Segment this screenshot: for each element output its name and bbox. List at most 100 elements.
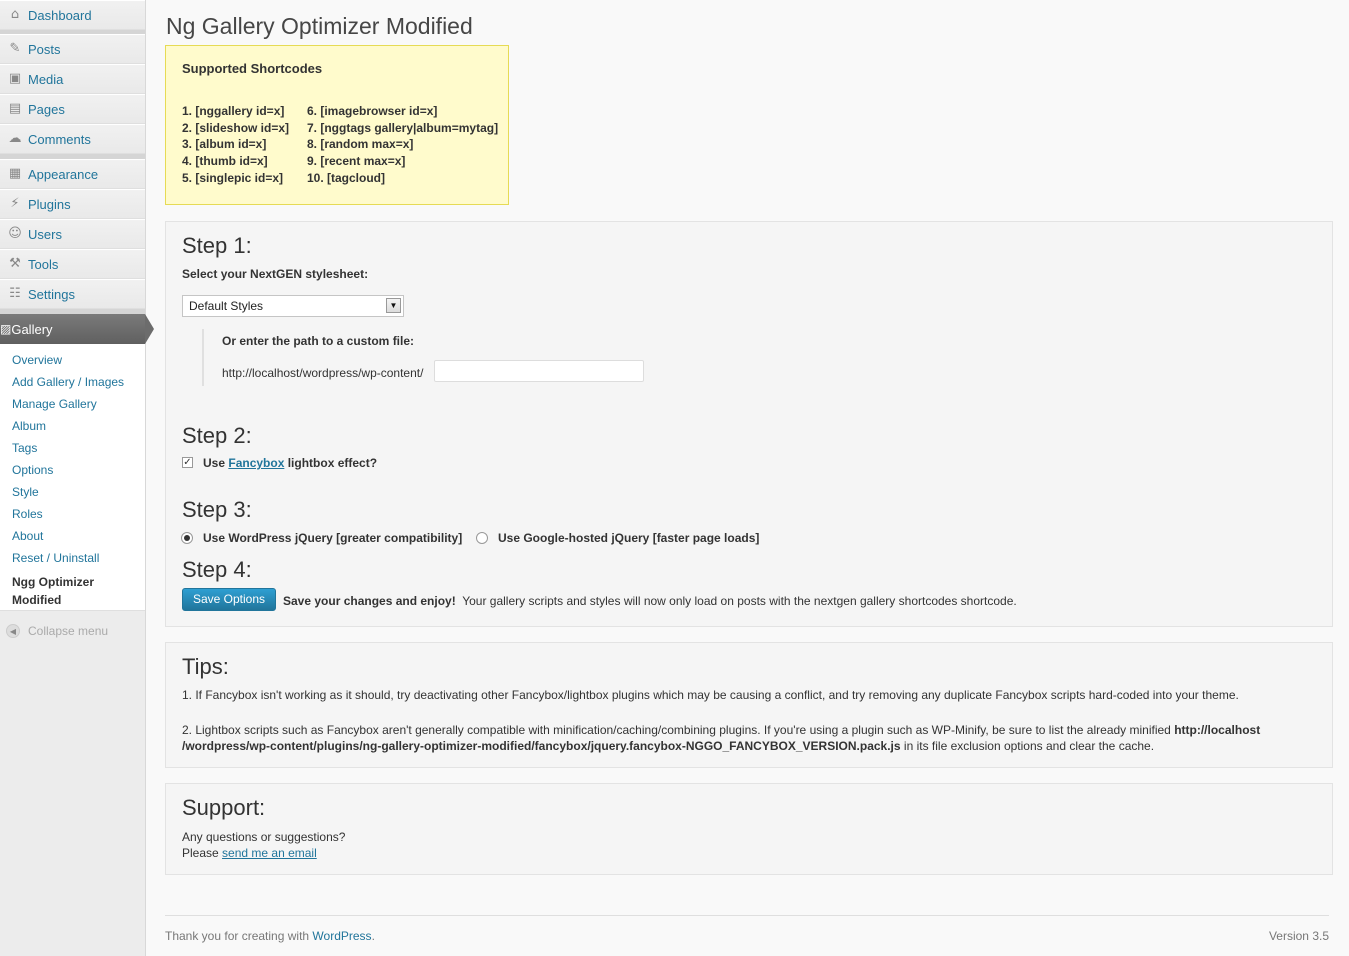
sidebar-item-pages[interactable]: ▤ Pages [0,94,145,124]
save-description: Save your changes and enjoy! Your galler… [283,594,1017,608]
stylesheet-select[interactable]: Default Styles ▼ [182,295,404,317]
tips-panel: Tips: 1. If Fancybox isn't working as it… [165,642,1333,768]
custom-path-label: Or enter the path to a custom file: [222,334,415,348]
footer-credit: Thank you for creating with WordPress. [165,929,375,943]
support-line-2-prefix: Please [182,846,219,860]
shortcode-item: 6. [imagebrowser id=x] [307,104,438,118]
current-menu-arrow [145,314,154,344]
shortcode-item: 4. [thumb id=x] [182,154,268,169]
custom-path-divider [202,329,204,386]
shortcode-item: 7. [nggtags gallery|album=mytag] [307,120,499,135]
sidebar-item-dashboard[interactable]: ⌂ Dashboard [0,0,145,30]
shortcode-item: 2. [slideshow id=x] [182,120,290,135]
sidebar-item-settings[interactable]: ☷ Settings [0,279,145,309]
submenu-reset-uninstall[interactable]: Reset / Uninstall [12,551,99,565]
shortcode-item: 3. [album id=x] [182,137,267,152]
sidebar-item-appearance[interactable]: ▦ Appearance [0,159,145,189]
fancybox-label-prefix: Use [203,456,226,470]
supported-shortcodes-box: Supported Shortcodes 1. [nggallery id=x]… [165,45,509,205]
tip-2-prefix: 2. Lightbox scripts such as Fancybox are… [182,723,1171,737]
shortcode-item: 8. [random max=x] [307,137,414,152]
plugins-icon: ⚡ [10,196,20,211]
sidebar-item-label: Settings [28,286,75,302]
submenu-overview[interactable]: Overview [12,353,62,367]
dashboard-icon: ⌂ [10,7,20,22]
support-panel: Support: Any questions or suggestions? P… [165,783,1333,875]
collapse-menu-button[interactable]: ◀ Collapse menu [6,624,108,638]
wordpress-jquery-radio[interactable] [181,532,193,544]
steps-panel: Step 1: Select your NextGEN stylesheet: … [165,221,1333,627]
gallery-icon: ▨ [0,322,12,336]
page-title: Ng Gallery Optimizer Modified [166,13,473,39]
shortcode-item: 5. [singlepic id=x] [182,170,284,185]
tip-1: 1. If Fancybox isn't working as it shoul… [182,688,1239,702]
sidebar-item-posts[interactable]: ✎ Posts [0,34,145,64]
wordpress-link[interactable]: WordPress [312,929,371,943]
submenu-roles[interactable]: Roles [12,507,43,521]
footer-divider [165,915,1329,916]
sidebar-item-label: Gallery [11,321,53,337]
google-jquery-label: Use Google-hosted jQuery [faster page lo… [498,531,760,545]
step3-heading: Step 3: [182,497,252,522]
support-line-1: Any questions or suggestions? [182,830,346,844]
submenu-about[interactable]: About [12,529,43,543]
fancybox-label: Use Fancybox lightbox effect? [203,456,377,470]
pushpin-icon: ✎ [9,41,21,56]
save-description-bold: Save your changes and enjoy! [283,594,456,608]
footer-credit-suffix: . [371,929,375,943]
custom-path-prefix: http://localhost/wordpress/wp-content/ [222,366,424,380]
save-options-button[interactable]: Save Options [182,588,276,611]
shortcode-item: 10. [tagcloud] [307,170,386,185]
tip-2-path-1: http://localhost [1174,723,1261,737]
save-description-text: Your gallery scripts and styles will now… [462,594,1017,608]
sidebar-item-label: Comments [28,131,91,147]
sidebar-item-gallery[interactable]: ▨ Gallery [0,314,145,344]
submenu-tags[interactable]: Tags [12,441,37,455]
sidebar-item-label: Appearance [28,166,99,182]
fancybox-checkbox[interactable]: ✓ [182,457,193,468]
step4-heading: Step 4: [182,557,252,582]
step1-heading: Step 1: [182,233,252,258]
submenu-album[interactable]: Album [12,419,46,433]
sidebar-item-label: Pages [28,101,65,117]
users-icon: ☺ [8,226,22,241]
gallery-submenu: Overview Add Gallery / Images Manage Gal… [0,344,145,611]
stylesheet-label: Select your NextGEN stylesheet: [182,267,369,281]
tip-2-suffix: in its file exclusion options and clear … [903,739,1155,753]
footer-version: Version 3.5 [1268,929,1329,943]
collapse-menu-label: Collapse menu [28,624,109,638]
submenu-style[interactable]: Style [12,485,39,499]
submenu-add-gallery[interactable]: Add Gallery / Images [12,375,124,389]
sidebar-item-tools[interactable]: ⚒ Tools [0,249,145,279]
sidebar-item-label: Plugins [28,196,71,212]
email-link[interactable]: send me an email [222,846,317,860]
support-text: Any questions or suggestions? Please sen… [182,829,345,861]
fancybox-label-suffix: lightbox effect? [287,456,378,470]
shortcodes-column-1: 1. [nggallery id=x] 2. [slideshow id=x] … [182,103,289,186]
tip-2: 2. Lightbox scripts such as Fancybox are… [182,722,1312,754]
shortcode-item: 1. [nggallery id=x] [182,104,285,118]
shortcodes-title: Supported Shortcodes [182,61,323,76]
collapse-arrow-icon: ◀ [6,624,20,638]
submenu-manage-gallery[interactable]: Manage Gallery [12,397,97,411]
sidebar-item-media[interactable]: ▣ Media [0,64,145,94]
sidebar-item-plugins[interactable]: ⚡ Plugins [0,189,145,219]
submenu-ngg-optimizer[interactable]: Ngg Optimizer Modified [12,573,94,609]
sidebar-item-users[interactable]: ☺ Users [0,219,145,249]
fancybox-link[interactable]: Fancybox [228,456,284,470]
custom-path-input[interactable] [434,360,644,382]
tools-icon: ⚒ [9,256,21,271]
sidebar-item-label: Tools [28,256,59,272]
sidebar-item-label: Media [28,71,64,87]
submenu-ngg-optimizer-line1: Ngg Optimizer [12,575,95,589]
submenu-options[interactable]: Options [12,463,53,477]
shortcodes-column-2: 6. [imagebrowser id=x] 7. [nggtags galle… [307,103,498,186]
sidebar-item-comments[interactable]: ☁ Comments [0,124,145,154]
tip-2-path-2: /wordpress/wp-content/plugins/ng-gallery… [182,739,901,753]
wordpress-jquery-label: Use WordPress jQuery [greater compatibil… [203,531,463,545]
sidebar-item-label: Posts [28,41,61,57]
google-jquery-radio[interactable] [476,532,488,544]
comments-icon: ☁ [8,131,22,146]
tips-heading: Tips: [182,654,229,679]
support-heading: Support: [182,795,266,820]
